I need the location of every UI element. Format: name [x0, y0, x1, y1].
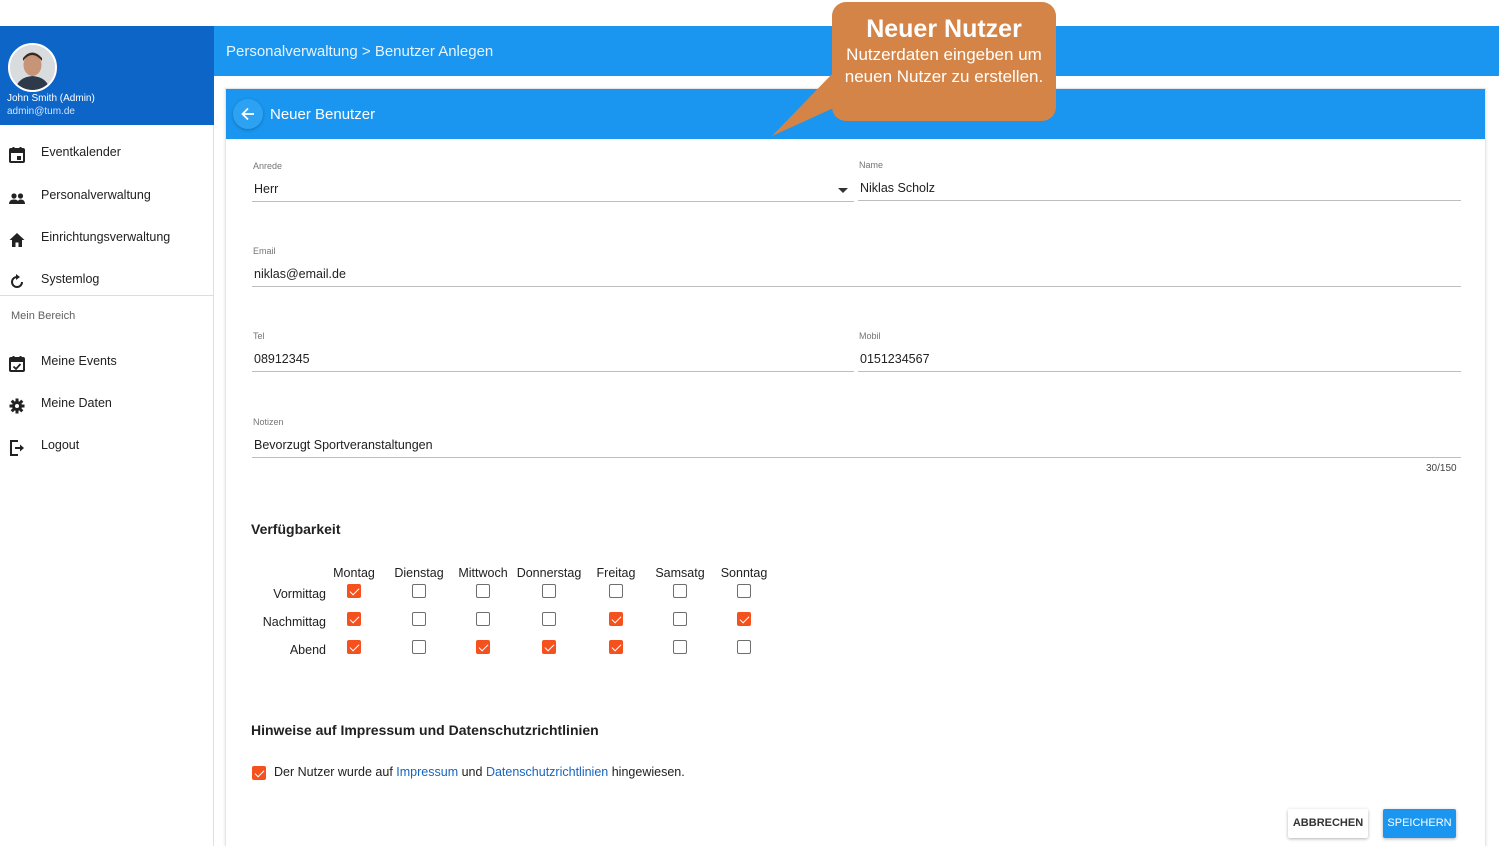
impressum-link[interactable]: Impressum [396, 765, 458, 779]
tel-field[interactable]: Tel 08912345 [252, 331, 854, 372]
gear-icon [9, 398, 25, 414]
notizen-label: Notizen [253, 417, 284, 427]
availability-checkbox[interactable] [347, 584, 361, 598]
app-root: John Smith (Admin) admin@tum.de Eventkal… [0, 0, 1499, 846]
availability-checkbox[interactable] [737, 584, 751, 598]
name-label: Name [859, 160, 884, 170]
anrede-select[interactable]: Anrede Herr [252, 161, 854, 202]
breadcrumb[interactable]: Personalverwaltung > Benutzer Anlegen [226, 43, 493, 60]
nav-item-logout[interactable]: Logout [0, 427, 213, 465]
availability-checkbox[interactable] [412, 612, 426, 626]
availability-checkbox[interactable] [673, 640, 687, 654]
slot-label: Abend [289, 643, 326, 657]
nav-label: Einrichtungsverwaltung [41, 230, 171, 244]
nav-item-meine-daten[interactable]: Meine Daten [0, 385, 213, 423]
arrow-left-icon [241, 107, 254, 121]
day-header: Montag [333, 566, 375, 580]
day-header: Samsatg [655, 566, 705, 580]
availability-checkbox[interactable] [347, 640, 361, 654]
email-label: Email [253, 246, 276, 256]
availability-title: Verfügbarkeit [251, 521, 341, 537]
notice-text: Der Nutzer wurde auf [274, 765, 393, 779]
availability-checkbox[interactable] [673, 584, 687, 598]
mobil-field[interactable]: Mobil 0151234567 [858, 331, 1461, 372]
people-icon [9, 193, 25, 204]
nav-label: Logout [41, 438, 80, 452]
avatar[interactable] [8, 43, 57, 92]
user-email: admin@tum.de [7, 106, 75, 117]
calendar-check-icon [9, 356, 25, 372]
availability-checkbox[interactable] [737, 612, 751, 626]
user-name: John Smith (Admin) [7, 93, 95, 104]
availability-checkbox[interactable] [542, 640, 556, 654]
logout-icon [10, 440, 24, 456]
availability-checkbox[interactable] [673, 612, 687, 626]
day-header: Mittwoch [458, 566, 508, 580]
mobil-value: 0151234567 [860, 352, 930, 366]
nav-label: Meine Events [41, 354, 117, 368]
nav-subheader: Mein Bereich [11, 310, 76, 322]
availability-checkbox[interactable] [412, 640, 426, 654]
back-button[interactable] [233, 99, 263, 129]
nav-item-einrichtungsverwaltung[interactable]: Einrichtungsverwaltung [0, 219, 213, 257]
legal-title: Hinweise auf Impressum und Datenschutzri… [251, 722, 599, 738]
availability-checkbox[interactable] [412, 584, 426, 598]
notice-text: und [461, 765, 483, 779]
nav-item-systemlog[interactable]: Systemlog [0, 261, 213, 299]
slot-label: Nachmittag [262, 615, 326, 629]
nav-label: Systemlog [41, 272, 100, 286]
slot-label: Vormittag [273, 587, 326, 601]
day-header: Sonntag [720, 566, 768, 580]
availability-checkbox[interactable] [476, 612, 490, 626]
legal-notice: Der Nutzer wurde auf Impressum und Daten… [274, 765, 685, 779]
cancel-button[interactable]: ABBRECHEN [1288, 809, 1368, 838]
anrede-value: Herr [254, 182, 279, 196]
tel-value: 08912345 [254, 352, 310, 366]
calendar-icon [9, 147, 25, 163]
availability-checkbox[interactable] [609, 584, 623, 598]
callout-text: Nutzerdaten eingeben um neuen Nutzer zu … [844, 45, 1044, 86]
availability-checkbox[interactable] [347, 612, 361, 626]
nav-label: Eventkalender [41, 145, 121, 159]
email-field[interactable]: Email niklas@email.de [252, 246, 1461, 287]
availability-checkbox[interactable] [542, 584, 556, 598]
callout-bubble: Neuer Nutzer Nutzerdaten eingeben um neu… [832, 2, 1056, 121]
day-header: Freitag [596, 566, 636, 580]
availability-checkbox[interactable] [476, 584, 490, 598]
sidebar: John Smith (Admin) admin@tum.de Eventkal… [0, 26, 214, 846]
profile-header: John Smith (Admin) admin@tum.de [0, 26, 214, 125]
card-title: Neuer Benutzer [270, 106, 376, 123]
tel-label: Tel [253, 331, 265, 341]
home-icon [9, 233, 25, 247]
save-button[interactable]: SPEICHERN [1383, 809, 1456, 838]
anrede-label: Anrede [253, 161, 283, 171]
privacy-link[interactable]: Datenschutzrichtlinien [486, 765, 608, 779]
caret-down-icon [838, 188, 848, 193]
callout-title: Neuer Nutzer [866, 15, 1022, 43]
legal-confirm-checkbox[interactable] [252, 766, 266, 780]
day-header: Dienstag [394, 566, 444, 580]
nav-item-eventkalender[interactable]: Eventkalender [0, 134, 213, 172]
notice-text: hingewiesen. [611, 765, 685, 779]
day-header: Donnerstag [516, 566, 582, 580]
name-field[interactable]: Name Niklas Scholz [858, 160, 1461, 201]
nav-divider [0, 295, 213, 296]
availability-checkbox[interactable] [542, 612, 556, 626]
availability-checkbox[interactable] [737, 640, 751, 654]
new-user-card: Neuer Benutzer Anrede Herr Name Niklas S… [225, 88, 1486, 846]
nav-item-meine-events[interactable]: Meine Events [0, 343, 213, 381]
nav-item-personalverwaltung[interactable]: Personalverwaltung [0, 177, 213, 215]
mobil-label: Mobil [859, 331, 881, 341]
availability-checkbox[interactable] [609, 640, 623, 654]
availability-checkbox[interactable] [609, 612, 623, 626]
name-value: Niklas Scholz [860, 181, 936, 195]
nav-label: Meine Daten [41, 396, 112, 410]
email-value: niklas@email.de [254, 267, 346, 281]
availability-checkbox[interactable] [476, 640, 490, 654]
character-counter: 30/150 [1426, 463, 1457, 474]
notizen-value: Bevorzugt Sportveranstaltungen [254, 438, 433, 452]
nav-label: Personalverwaltung [41, 188, 151, 202]
refresh-icon [11, 274, 23, 288]
notizen-field[interactable]: Notizen Bevorzugt Sportveranstaltungen [252, 417, 1461, 458]
